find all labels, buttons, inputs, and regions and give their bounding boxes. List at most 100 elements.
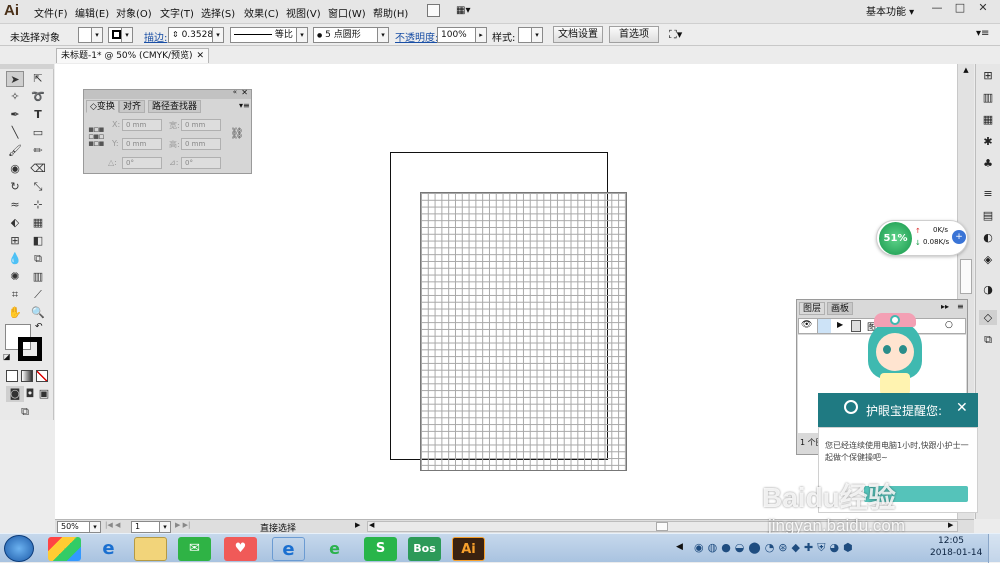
rectangular-grid[interactable]	[420, 192, 627, 471]
clock-time[interactable]: 12:05	[938, 536, 964, 546]
ie-browser-icon[interactable]: e	[92, 537, 125, 561]
hand-tool-icon[interactable]: ✋	[6, 305, 24, 321]
color-guide-icon[interactable]: ▥	[979, 90, 997, 105]
heart-app-icon[interactable]: ♥	[224, 537, 257, 561]
rectangle-tool-icon[interactable]: ▭	[29, 125, 47, 141]
color-panel-icon[interactable]: ⊞	[979, 68, 997, 83]
style-swatch[interactable]: ▾	[518, 27, 543, 43]
tab-transform[interactable]: ◇变换	[86, 100, 119, 113]
notification-close-button[interactable]: ✕	[956, 400, 968, 416]
close-document-button[interactable]: ✕	[196, 49, 204, 63]
brushes-panel-icon[interactable]: ✱	[979, 134, 997, 149]
eraser-tool-icon[interactable]: ⌫	[29, 161, 47, 177]
tab-layers[interactable]: 图层	[799, 302, 826, 315]
menu-type[interactable]: 文字(T)	[160, 5, 194, 20]
target-circle-icon[interactable]: ○	[945, 320, 953, 330]
stroke-weight-input[interactable]: ⇕ 0.3528 ▾	[168, 27, 224, 43]
network-speed-widget[interactable]: 51% ↑ 0K/s ↓ 0.08K/s +	[876, 220, 968, 256]
perspective-grid-tool-icon[interactable]: ▦	[29, 215, 47, 231]
layers-collapse-icon[interactable]: ▸▸	[941, 302, 949, 311]
magic-wand-tool-icon[interactable]: ✧	[6, 89, 24, 105]
constrain-proportions-icon[interactable]: ⛓	[230, 127, 244, 140]
gradient-tool-icon[interactable]: ◧	[29, 233, 47, 249]
memory-usage-circle[interactable]: 51%	[879, 222, 912, 255]
scroll-right-icon[interactable]: ▶	[948, 521, 953, 529]
graphic-styles-icon[interactable]: ◑	[979, 282, 997, 297]
blend-tool-icon[interactable]: ⧉	[29, 251, 47, 267]
mesh-tool-icon[interactable]: ⊞	[6, 233, 24, 249]
pencil-tool-icon[interactable]: ✏	[29, 143, 47, 159]
shear-input[interactable]: 0°	[181, 157, 221, 169]
artboards-panel-icon[interactable]: ⧉	[979, 332, 997, 347]
reference-point-icon[interactable]: ▪▫▪ ▫▪▫ ▪▫▪	[88, 126, 104, 149]
layers-panel-icon[interactable]: ◇	[979, 310, 997, 325]
document-setup-button[interactable]: 文档设置	[553, 26, 603, 43]
tab-pathfinder[interactable]: 路径查找器	[148, 100, 202, 113]
menu-help[interactable]: 帮助(H)	[373, 5, 408, 20]
y-input[interactable]: 0 mm	[122, 138, 162, 150]
layers-menu-icon[interactable]: ≡	[957, 302, 964, 311]
close-window-button[interactable]: ✕	[972, 0, 994, 16]
pen-tool-icon[interactable]: ✒	[6, 107, 24, 123]
column-graph-tool-icon[interactable]: ▥	[29, 269, 47, 285]
status-menu-icon[interactable]: ▶	[355, 521, 360, 529]
menu-window[interactable]: 窗口(W)	[328, 5, 366, 20]
control-bar-menu-icon[interactable]: ▾≡	[976, 28, 989, 39]
maximize-button[interactable]: □	[949, 0, 971, 16]
brush-select[interactable]: ● 5 点圆形 ▾	[313, 27, 389, 43]
last-page-icon[interactable]: ▶ ▶|	[175, 521, 190, 529]
line-tool-icon[interactable]: ╲	[6, 125, 24, 141]
panel-menu-icon[interactable]: ▾≡	[239, 101, 250, 110]
wps-icon[interactable]: S	[364, 537, 397, 561]
app-launcher-icon[interactable]	[48, 537, 81, 561]
stroke-color-swatch[interactable]	[18, 337, 42, 361]
arrange-documents-icon[interactable]: ▦▾	[456, 4, 474, 17]
stroke-label[interactable]: 描边:	[144, 29, 167, 44]
menu-view[interactable]: 视图(V)	[286, 5, 321, 20]
rotate-tool-icon[interactable]: ↻	[6, 179, 24, 195]
swap-fill-stroke-icon[interactable]: ↶	[35, 322, 43, 332]
appearance-panel-icon[interactable]: ◈	[979, 252, 997, 267]
rotate-input[interactable]: 0°	[122, 157, 162, 169]
lasso-tool-icon[interactable]: ➰	[29, 89, 47, 105]
preferences-button[interactable]: 首选项	[609, 26, 659, 43]
stroke-swatch[interactable]: ▾	[108, 27, 133, 43]
show-desktop-button[interactable]	[988, 534, 1000, 563]
horizontal-scroll-thumb[interactable]	[656, 522, 668, 531]
document-tab[interactable]: 未标题-1* @ 50% (CMYK/预览) ✕	[56, 48, 209, 63]
free-transform-tool-icon[interactable]: ⊹	[29, 197, 47, 213]
symbol-sprayer-tool-icon[interactable]: ✺	[6, 269, 24, 285]
bridge-icon[interactable]	[427, 4, 440, 17]
notification-action-button[interactable]	[864, 486, 968, 502]
close-panel-icon[interactable]: ✕	[241, 88, 248, 97]
first-page-icon[interactable]: |◀ ◀	[105, 521, 120, 529]
slice-tool-icon[interactable]: ⟋	[29, 287, 47, 303]
warp-tool-icon[interactable]: ≈	[6, 197, 24, 213]
file-explorer-icon[interactable]	[134, 537, 167, 561]
fill-swatch[interactable]: ▾	[78, 27, 103, 43]
menu-select[interactable]: 选择(S)	[201, 5, 235, 20]
expand-layer-icon[interactable]: ▶	[837, 320, 843, 329]
menu-file[interactable]: 文件(F)	[34, 5, 68, 20]
tab-artboards[interactable]: 画板	[827, 302, 854, 315]
align-options-icon[interactable]: ⛶▾	[669, 28, 682, 42]
none-mode-icon[interactable]	[36, 370, 48, 382]
transparency-panel-icon[interactable]: ◐	[979, 230, 997, 245]
type-tool-icon[interactable]: T	[29, 107, 47, 123]
menu-edit[interactable]: 编辑(E)	[75, 5, 109, 20]
direct-selection-tool-icon[interactable]: ⇱	[29, 71, 47, 87]
menu-effect[interactable]: 效果(C)	[244, 5, 279, 20]
bos-icon[interactable]: Bos	[408, 537, 441, 561]
stroke-panel-icon[interactable]: ≡	[979, 186, 997, 201]
system-tray-icons[interactable]: ◉◍●◒⬤◔⊛◆✚⛨◕⬢	[694, 541, 857, 555]
gradient-panel-icon[interactable]: ▤	[979, 208, 997, 223]
clock-date[interactable]: 2018-01-14	[930, 548, 982, 558]
collapse-panel-icon[interactable]: «	[233, 88, 237, 96]
opacity-label[interactable]: 不透明度:	[395, 29, 438, 44]
gradient-mode-icon[interactable]	[21, 370, 33, 382]
visibility-eye-icon[interactable]: 👁	[801, 320, 812, 330]
tab-align[interactable]: 对齐	[119, 100, 146, 113]
scale-tool-icon[interactable]: ⤡	[29, 179, 47, 195]
360-browser-icon[interactable]: e	[318, 537, 351, 561]
ie-browser-2-icon[interactable]: e	[272, 537, 305, 561]
